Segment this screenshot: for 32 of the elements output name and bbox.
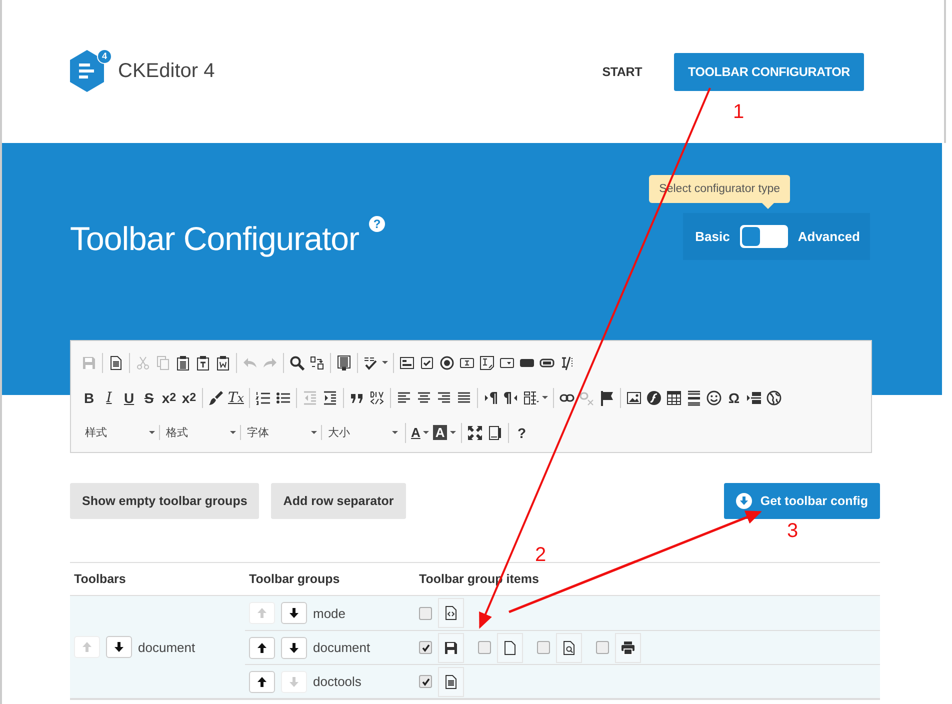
version-badge: 4 bbox=[97, 48, 112, 64]
annotation-number: 1 bbox=[733, 102, 744, 122]
color-button[interactable]: A bbox=[409, 422, 432, 444]
color-button[interactable]: A bbox=[431, 422, 458, 444]
column-header: Toolbars bbox=[73, 572, 127, 586]
toolbar-button[interactable]: S bbox=[139, 386, 159, 408]
dropdown-combo[interactable]: 字体 bbox=[240, 425, 321, 440]
group-name: document bbox=[313, 640, 370, 655]
page-title: Toolbar Configurator bbox=[70, 220, 359, 258]
annotation-number: 3 bbox=[787, 521, 798, 541]
dropdown-combo[interactable]: 样式 bbox=[79, 425, 159, 440]
switch-label: Advanced bbox=[798, 229, 860, 244]
toolbar-button[interactable]: U bbox=[119, 386, 139, 408]
annotation-number: 2 bbox=[535, 545, 546, 565]
switch-label: Basic bbox=[695, 229, 730, 244]
nav-link[interactable]: TOOLBAR CONFIGURATOR bbox=[674, 52, 864, 90]
group-name: doctools bbox=[313, 674, 362, 689]
logo-text: CKEditor 4 bbox=[118, 60, 215, 83]
action-button[interactable]: Show empty toolbar groups bbox=[70, 483, 260, 519]
toolbar-button[interactable]: I bbox=[99, 386, 119, 408]
help-icon[interactable]: ? bbox=[369, 216, 385, 232]
nav-link[interactable]: START bbox=[602, 52, 642, 90]
get-config-button[interactable]: Get toolbar config bbox=[724, 483, 880, 519]
group-name: mode bbox=[313, 606, 346, 620]
dropdown-combo[interactable]: 大小 bbox=[321, 425, 402, 440]
column-header: Toolbar groups bbox=[248, 572, 341, 586]
toolbar-button[interactable]: B bbox=[79, 386, 99, 408]
action-button[interactable]: Add row separator bbox=[271, 483, 406, 519]
toolbar-name: document bbox=[138, 640, 196, 654]
dropdown-combo[interactable]: 格式 bbox=[159, 425, 240, 440]
toolbar-button[interactable]: ? bbox=[512, 422, 532, 444]
toolbar-button[interactable]: Ω bbox=[724, 386, 744, 408]
